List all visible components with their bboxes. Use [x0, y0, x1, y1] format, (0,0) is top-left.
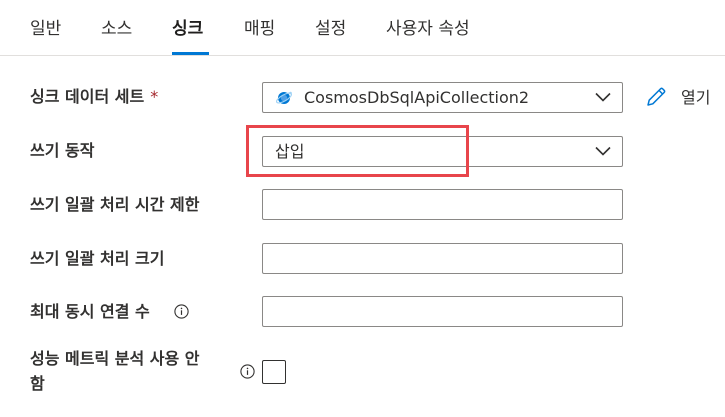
tab-settings[interactable]: 설정 — [315, 16, 346, 42]
cosmos-db-icon — [275, 91, 293, 104]
sink-dataset-label: 싱크 데이터 세트 * — [30, 86, 158, 108]
sink-dataset-dropdown[interactable]: CosmosDbSqlApiCollection2 — [262, 82, 623, 113]
tab-mapping[interactable]: 매핑 — [244, 16, 275, 42]
sink-dataset-label-text: 싱크 데이터 세트 — [30, 87, 145, 106]
tab-user-properties[interactable]: 사용자 속성 — [386, 16, 470, 42]
tab-general[interactable]: 일반 — [30, 16, 61, 42]
disable-metrics-label-line1: 성능 메트릭 분석 사용 안 — [30, 349, 200, 368]
highlight-box — [246, 125, 469, 177]
max-concurrent-connections-label: 최대 동시 연결 수 — [30, 302, 150, 321]
chevron-down-icon — [595, 92, 611, 102]
pencil-icon — [647, 87, 666, 106]
sink-dataset-value: CosmosDbSqlApiCollection2 — [304, 88, 530, 107]
open-dataset-label: 열기 — [681, 88, 711, 107]
write-batch-timeout-label: 쓰기 일괄 처리 시간 제한 — [30, 195, 200, 214]
disable-metrics-checkbox[interactable] — [262, 360, 286, 384]
tab-bar: 일반 소스 싱크 매핑 설정 사용자 속성 — [0, 0, 725, 56]
info-icon[interactable] — [240, 364, 255, 379]
tab-source[interactable]: 소스 — [101, 16, 132, 42]
write-batch-timeout-input[interactable] — [262, 189, 623, 220]
write-batch-size-input[interactable] — [262, 243, 623, 274]
write-batch-size-label: 쓰기 일괄 처리 크기 — [30, 249, 165, 268]
required-marker: * — [150, 87, 159, 106]
tab-divider — [0, 55, 725, 56]
disable-metrics-label-line2: 함 — [30, 374, 45, 393]
max-concurrent-connections-input[interactable] — [262, 296, 623, 327]
tab-sink[interactable]: 싱크 — [172, 16, 203, 42]
chevron-down-icon — [595, 146, 611, 156]
write-behavior-label: 쓰기 동작 — [30, 141, 95, 160]
info-icon[interactable] — [174, 304, 189, 319]
